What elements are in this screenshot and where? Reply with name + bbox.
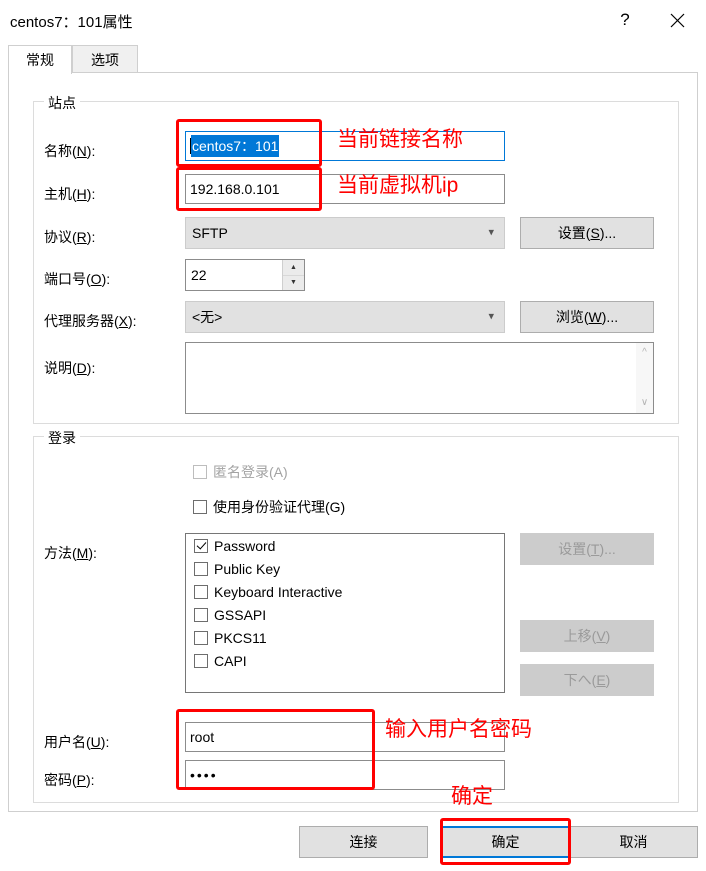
ok-button[interactable]: 确定: [441, 826, 570, 858]
description-text[interactable]: [186, 343, 636, 413]
description-scrollbar[interactable]: ^ ∨: [636, 343, 653, 413]
anonymous-login-checkbox: 匿名登录(A): [193, 462, 288, 482]
protocol-settings-button[interactable]: 设置(S)...: [520, 217, 654, 249]
checkbox-box-icon: [193, 500, 207, 514]
checkbox-box-icon[interactable]: [194, 538, 208, 553]
group-site-title: 站点: [44, 93, 80, 113]
checkbox-box-icon[interactable]: [194, 561, 208, 576]
scroll-up-icon[interactable]: ^: [636, 348, 653, 358]
tab-options[interactable]: 选项: [72, 45, 138, 73]
list-item[interactable]: CAPI: [186, 649, 504, 672]
proxy-value: <无>: [192, 309, 223, 325]
site-name-value: centos7：101: [191, 135, 280, 157]
label-description: 说明(D):: [44, 360, 96, 376]
port-spinner[interactable]: 22 ▲ ▼: [185, 259, 305, 291]
list-item[interactable]: Password: [186, 534, 504, 557]
annotation-name-note: 当前链接名称: [337, 128, 463, 151]
protocol-settings-label: 设置(S)...: [557, 225, 617, 241]
list-item[interactable]: Keyboard Interactive: [186, 580, 504, 603]
checkbox-box-icon[interactable]: [194, 630, 208, 645]
spinner-up-icon[interactable]: ▲: [283, 260, 304, 276]
port-value[interactable]: 22: [186, 260, 282, 290]
label-proxy: 代理服务器(X):: [44, 313, 137, 329]
proxy-browse-button[interactable]: 浏览(W)...: [520, 301, 654, 333]
anonymous-login-label: 匿名登录(A): [213, 464, 288, 480]
description-textarea[interactable]: ^ ∨: [185, 342, 654, 414]
label-username: 用户名(U):: [44, 734, 110, 750]
method-settings-label: 设置(T)...: [558, 541, 616, 557]
group-login-title: 登录: [44, 428, 80, 448]
method-label: Keyboard Interactive: [214, 583, 343, 600]
method-label: Public Key: [214, 560, 281, 577]
auth-agent-label: 使用身份验证代理(G): [213, 499, 346, 515]
list-item[interactable]: Public Key: [186, 557, 504, 580]
method-move-up-button: 上移(V): [520, 620, 654, 652]
label-name: 名称(N):: [44, 143, 96, 159]
checkbox-box-icon[interactable]: [194, 653, 208, 668]
auth-agent-checkbox[interactable]: 使用身份验证代理(G): [193, 497, 345, 517]
method-settings-button: 设置(T)...: [520, 533, 654, 565]
ok-label: 确定: [491, 834, 520, 850]
label-methods: 方法(M):: [44, 545, 97, 561]
chevron-down-icon: ▾: [488, 310, 494, 323]
help-button[interactable]: ?: [602, 0, 648, 40]
connect-button[interactable]: 连接: [299, 826, 428, 858]
annotation-ok-note: 确定: [451, 785, 493, 808]
method-move-down-button: 下へ(E): [520, 664, 654, 696]
protocol-value: SFTP: [192, 225, 228, 241]
list-item[interactable]: PKCS11: [186, 626, 504, 649]
site-host-value: 192.168.0.101: [190, 181, 280, 197]
question-mark-icon: ?: [620, 10, 630, 29]
tab-general[interactable]: 常规: [8, 45, 72, 74]
tab-options-label: 选项: [91, 51, 119, 68]
port-spinner-buttons: ▲ ▼: [282, 260, 304, 290]
password-value: ••••: [190, 767, 218, 783]
label-protocol: 协议(R):: [44, 229, 96, 245]
method-label: CAPI: [214, 652, 247, 669]
spinner-down-icon[interactable]: ▼: [283, 275, 304, 290]
cancel-button[interactable]: 取消: [569, 826, 698, 858]
label-password: 密码(P):: [44, 772, 95, 788]
close-button[interactable]: [654, 0, 700, 40]
checkbox-box-icon[interactable]: [194, 607, 208, 622]
connect-label: 连接: [349, 834, 378, 850]
close-icon: [670, 13, 685, 28]
group-login: 登录 匿名登录(A) 使用身份验证代理(G) 方法(M): Password P…: [33, 428, 679, 803]
proxy-browse-label: 浏览(W)...: [555, 309, 619, 325]
checkbox-box-icon: [193, 465, 207, 479]
tab-general-label: 常规: [26, 52, 54, 68]
proxy-combobox[interactable]: <无> ▾: [185, 301, 505, 333]
method-label: Password: [214, 537, 276, 554]
protocol-combobox[interactable]: SFTP ▾: [185, 217, 505, 249]
annotation-host-note: 当前虚拟机ip: [337, 174, 459, 197]
method-label: GSSAPI: [214, 606, 267, 623]
title-bar: centos7：101属性 ?: [0, 0, 706, 40]
list-item[interactable]: GSSAPI: [186, 603, 504, 626]
chevron-down-icon: ▾: [488, 226, 494, 239]
annotation-credentials-note: 输入用户名密码: [385, 718, 532, 741]
method-move-down-label: 下へ(E): [563, 672, 611, 688]
scroll-down-icon[interactable]: ∨: [636, 398, 653, 408]
window-title: centos7：101属性: [10, 14, 133, 31]
tab-strip: 常规 选项: [8, 45, 698, 74]
method-move-up-label: 上移(V): [563, 628, 611, 644]
checkbox-box-icon[interactable]: [194, 584, 208, 599]
label-port: 端口号(O):: [44, 271, 111, 287]
auth-methods-list[interactable]: Password Public Key Keyboard Interactive…: [185, 533, 505, 693]
username-value: root: [190, 729, 215, 745]
cancel-label: 取消: [619, 834, 648, 850]
method-label: PKCS11: [214, 629, 267, 646]
label-host: 主机(H):: [44, 186, 96, 202]
